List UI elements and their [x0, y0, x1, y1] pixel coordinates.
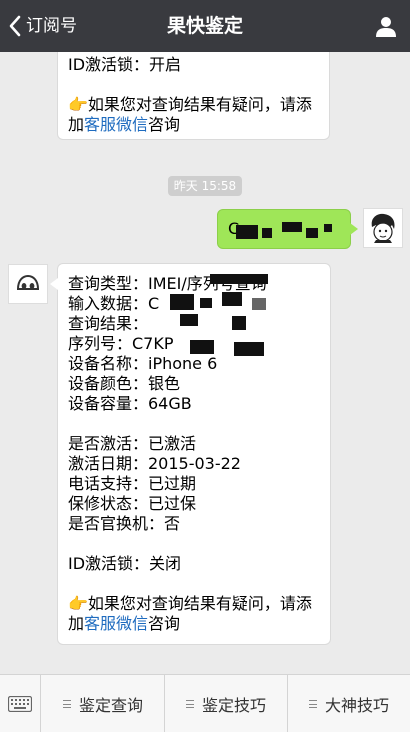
redaction-mark — [180, 314, 198, 326]
device-name-line: 设备名称：iPhone 6 — [68, 354, 218, 373]
redaction-mark — [222, 292, 242, 306]
redaction-mark — [200, 298, 212, 308]
replacement-status-line: 是否官换机：否 — [68, 514, 181, 533]
cartoon-avatar-icon — [371, 213, 395, 243]
hint-text-suffix: 咨询 — [148, 614, 181, 633]
page-title: 果快鉴定 — [166, 15, 243, 37]
menu-item-expert-tips[interactable]: 大神技巧 — [288, 675, 410, 732]
redaction-mark — [232, 316, 246, 330]
id-lock-line: ID激活锁：关闭 — [68, 554, 182, 573]
input-data-line: 输入数据：C — [68, 294, 160, 313]
hint-text-prefix: 加 — [68, 614, 85, 633]
mascot-logo-icon — [16, 274, 40, 290]
pointing-hand-icon: 👉 — [68, 594, 88, 613]
customer-service-link[interactable]: 客服微信 — [84, 115, 148, 134]
top-nav-bar: 订阅号 果快鉴定 — [0, 0, 410, 52]
hint-text: 如果您对查询结果有疑问，请添 — [87, 95, 312, 114]
device-color-line: 设备颜色：银色 — [68, 374, 181, 393]
phone-support-line: 电话支持：已过期 — [68, 474, 197, 493]
redaction-mark — [170, 294, 194, 310]
pointing-hand-icon: 👉 — [68, 95, 88, 114]
redaction-mark — [234, 342, 264, 356]
keyboard-icon — [8, 696, 32, 712]
device-capacity-line: 设备容量：64GB — [68, 394, 192, 413]
warranty-status-line: 保修状态：已过保 — [68, 494, 197, 513]
activation-date-line: 激活日期：2015-03-22 — [68, 454, 241, 473]
keyboard-toggle-button[interactable] — [0, 675, 41, 732]
customer-service-link[interactable]: 客服微信 — [84, 614, 148, 633]
menu-item-label: 大神技巧 — [324, 696, 389, 715]
hint-line-2: 加客服微信咨询 — [68, 614, 320, 634]
activation-status-line: 是否激活：已激活 — [68, 434, 197, 453]
redaction-mark — [306, 228, 318, 238]
hint-line-1: 👉如果您对查询结果有疑问，请添 — [68, 95, 319, 115]
redaction-mark — [190, 340, 214, 354]
timestamp-badge: 昨天 15:58 — [168, 176, 242, 196]
menu-lines-icon — [308, 700, 317, 708]
hint-line-1: 👉如果您对查询结果有疑问，请添 — [68, 594, 320, 614]
redaction-mark — [282, 222, 302, 232]
redaction-mark — [262, 228, 272, 238]
bottom-menu-bar: 鉴定查询 鉴定技巧 大神技巧 — [0, 674, 410, 732]
query-type-line: 查询类型：IMEI/序列号查询 — [68, 274, 267, 293]
official-account-avatar[interactable] — [8, 264, 48, 304]
menu-item-appraisal-tips[interactable]: 鉴定技巧 — [165, 675, 288, 732]
hint-text-suffix: 咨询 — [148, 115, 181, 134]
redaction-mark — [210, 274, 268, 284]
redaction-mark — [236, 225, 258, 239]
previous-result-bubble: ID激活锁：开启 👉如果您对查询结果有疑问，请添 加客服微信咨询 — [57, 52, 330, 140]
hint-text: 如果您对查询结果有疑问，请添 — [87, 594, 312, 613]
menu-item-label: 鉴定查询 — [78, 696, 143, 715]
redaction-mark — [324, 224, 332, 232]
chat-area[interactable]: ID激活锁：开启 👉如果您对查询结果有疑问，请添 加客服微信咨询 昨天 15:5… — [0, 52, 410, 662]
user-avatar[interactable] — [363, 208, 403, 248]
menu-lines-icon — [185, 700, 194, 708]
hint-line-2: 加客服微信咨询 — [68, 115, 319, 135]
redaction-mark — [252, 298, 266, 310]
menu-lines-icon — [62, 700, 71, 708]
menu-item-appraisal-query[interactable]: 鉴定查询 — [42, 675, 165, 732]
menu-item-label: 鉴定技巧 — [201, 696, 266, 715]
person-icon[interactable] — [374, 14, 398, 38]
id-lock-line: ID激活锁：开启 — [68, 55, 182, 74]
hint-text-prefix: 加 — [68, 115, 85, 134]
